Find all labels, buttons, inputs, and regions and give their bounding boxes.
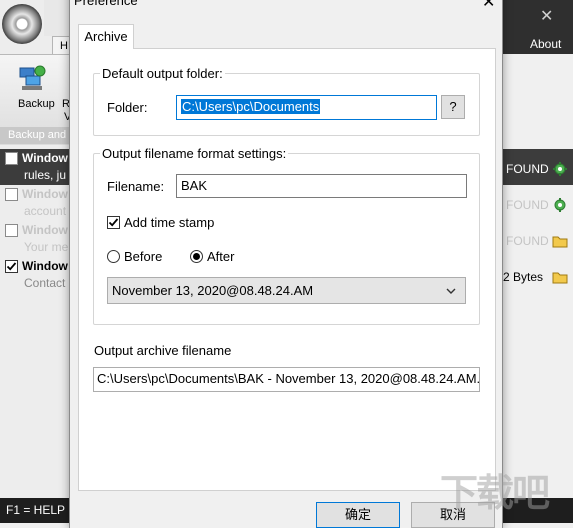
folder-input[interactable]: C:\Users\pc\Documents [176,95,437,120]
after-radio[interactable] [190,250,203,263]
row-title[interactable]: Window [22,187,68,201]
folder-value: C:\Users\pc\Documents [181,99,321,114]
about-menu[interactable]: About [530,37,561,51]
row-status: FOUND [506,234,549,248]
archive-filename-label: Output archive filename [94,343,232,358]
main-close-icon[interactable]: ✕ [540,6,553,26]
dialog-title: Preference [74,0,138,8]
row-status: 2 Bytes [503,270,544,284]
archive-filename-field: C:\Users\pc\Documents\BAK - November 13,… [93,367,480,392]
row-checkbox[interactable] [5,224,18,237]
row-checkbox[interactable] [5,188,18,201]
help-hint: F1 = HELP [6,503,66,517]
filename-label: Filename: [107,179,165,194]
gear-green-icon[interactable] [552,161,568,176]
row-subtitle: account [24,204,67,218]
watermark: 下载吧 [440,473,550,515]
filename-input[interactable]: BAK [176,174,467,198]
row-subtitle: rules, ju [24,168,67,182]
row-status: FOUND [506,162,549,176]
browse-button[interactable]: ? [441,95,465,119]
backup-button-label[interactable]: Backup [18,98,55,110]
gear-green-icon[interactable] [552,197,568,212]
folder-icon[interactable] [552,234,568,248]
timestamp-format-select[interactable]: November 13, 2020@08.48.24.AM [107,277,466,304]
row-title[interactable]: Window [22,223,68,237]
app-logo-icon[interactable] [2,4,42,44]
dialog-close-icon[interactable]: ✕ [482,0,495,12]
group-legend: Default output folder: [100,66,225,81]
row-status: FOUND [506,198,549,212]
list-right-columns [500,54,573,523]
main-title-strip [44,0,70,36]
ribbon-group-label: Backup and [0,127,72,144]
timestamp-format-value: November 13, 2020@08.48.24.AM [112,283,314,298]
add-timestamp-label[interactable]: Add time stamp [124,215,214,230]
after-label[interactable]: After [207,249,234,264]
ribbon-r-label[interactable]: R [62,98,70,110]
radio-selected-dot [193,253,200,260]
row-title[interactable]: Window [22,151,68,165]
row-title[interactable]: Window [22,259,68,273]
chevron-down-icon[interactable] [445,278,457,313]
before-radio[interactable] [107,250,120,263]
folder-icon[interactable] [552,270,568,284]
row-checkbox[interactable] [5,152,18,165]
add-timestamp-checkbox[interactable] [107,216,120,229]
folder-label: Folder: [107,100,148,115]
ribbon-tab-home[interactable]: H [52,36,72,54]
tab-archive[interactable]: Archive [78,24,134,49]
ok-button[interactable]: 确定 [316,502,400,528]
row-subtitle: Contact [24,276,66,290]
row-checkbox[interactable] [5,260,18,273]
before-label[interactable]: Before [124,249,162,264]
backup-icon[interactable] [18,64,48,92]
group-legend: Output filename format settings: [100,146,289,161]
row-subtitle: Your me [24,240,69,254]
